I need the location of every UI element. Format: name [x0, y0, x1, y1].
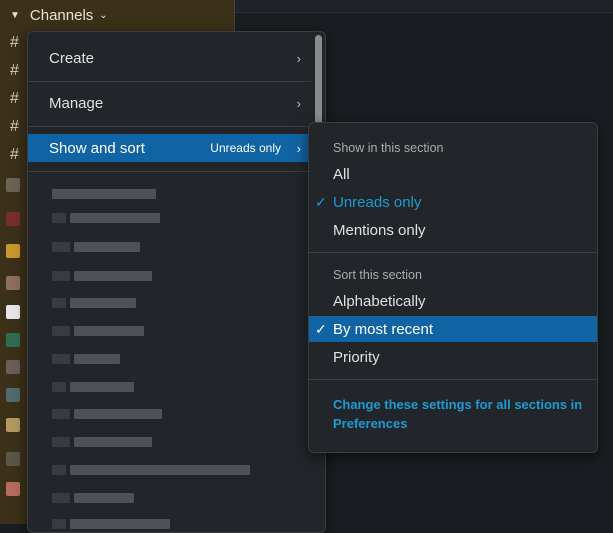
menu-item-label: Manage	[49, 94, 104, 112]
show-section-header: Show in this section	[333, 141, 444, 155]
sort-option-alphabetically[interactable]: Alphabetically	[309, 288, 597, 314]
list-item[interactable]	[52, 212, 160, 224]
main-header-bar	[235, 0, 613, 13]
option-label: All	[333, 165, 350, 183]
list-item[interactable]	[52, 381, 134, 393]
list-item[interactable]	[52, 325, 144, 337]
chevron-right-icon: ›	[296, 140, 301, 156]
menu-item-manage[interactable]: Manage ›	[28, 89, 311, 117]
section-options-menu: Create › Manage › Show and sort Unreads …	[27, 31, 326, 533]
menu-item-create[interactable]: Create ›	[28, 44, 311, 72]
option-label: Mentions only	[333, 221, 426, 239]
option-label: Unreads only	[333, 193, 422, 211]
avatar	[6, 388, 20, 402]
submenu-divider	[309, 252, 597, 253]
preferences-link[interactable]: Change these settings for all sections i…	[333, 395, 583, 433]
hash-icon: #	[10, 146, 19, 163]
list-item[interactable]	[52, 436, 152, 448]
option-label: Alphabetically	[333, 292, 426, 310]
menu-divider	[28, 171, 311, 172]
list-item[interactable]	[52, 492, 134, 504]
list-item[interactable]	[52, 297, 136, 309]
sort-option-priority[interactable]: Priority	[309, 344, 597, 370]
hash-icon: #	[10, 62, 19, 79]
chevron-down-icon: ⌄	[99, 9, 108, 21]
show-option-unreads-only[interactable]: ✓ Unreads only	[309, 189, 597, 215]
menu-item-show-and-sort[interactable]: Show and sort Unreads only ›	[28, 134, 311, 162]
show-and-sort-submenu: Show in this section All ✓ Unreads only …	[308, 122, 598, 453]
avatar	[6, 418, 20, 432]
hash-icon: #	[10, 90, 19, 107]
avatar	[6, 212, 20, 226]
checkmark-icon: ✓	[315, 320, 327, 337]
sort-option-by-most-recent[interactable]: ✓ By most recent	[309, 316, 597, 342]
option-label: Priority	[333, 348, 380, 366]
list-item[interactable]	[52, 270, 152, 282]
list-item[interactable]	[52, 408, 162, 420]
hash-icon: #	[10, 118, 19, 135]
list-item[interactable]	[52, 464, 250, 476]
list-item[interactable]	[52, 241, 140, 253]
option-label: By most recent	[333, 320, 434, 338]
channels-section-title: Channels	[29, 6, 94, 24]
chevron-right-icon: ›	[296, 95, 301, 111]
avatar	[6, 482, 20, 496]
avatar	[6, 452, 20, 466]
hash-icon: #	[10, 34, 19, 51]
avatar	[6, 305, 20, 319]
menu-divider	[28, 126, 311, 127]
show-option-mentions-only[interactable]: Mentions only	[309, 217, 597, 243]
list-item[interactable]	[52, 518, 170, 530]
show-option-all[interactable]: All	[309, 161, 597, 187]
submenu-divider	[309, 379, 597, 380]
channels-section-header[interactable]: ▼ Channels ⌄	[10, 4, 108, 26]
avatar	[6, 276, 20, 290]
caret-down-icon: ▼	[10, 9, 20, 21]
menu-divider	[28, 81, 311, 82]
avatar	[6, 333, 20, 347]
checkmark-icon: ✓	[315, 193, 327, 210]
menu-item-label: Show and sort	[49, 139, 145, 157]
avatar	[6, 244, 20, 258]
list-item[interactable]	[52, 188, 156, 200]
avatar	[6, 360, 20, 374]
current-setting-hint: Unreads only	[210, 141, 281, 155]
avatar	[6, 178, 20, 192]
menu-item-label: Create	[49, 49, 95, 67]
list-item[interactable]	[52, 353, 120, 365]
sort-section-header: Sort this section	[333, 268, 422, 282]
chevron-right-icon: ›	[296, 50, 301, 66]
